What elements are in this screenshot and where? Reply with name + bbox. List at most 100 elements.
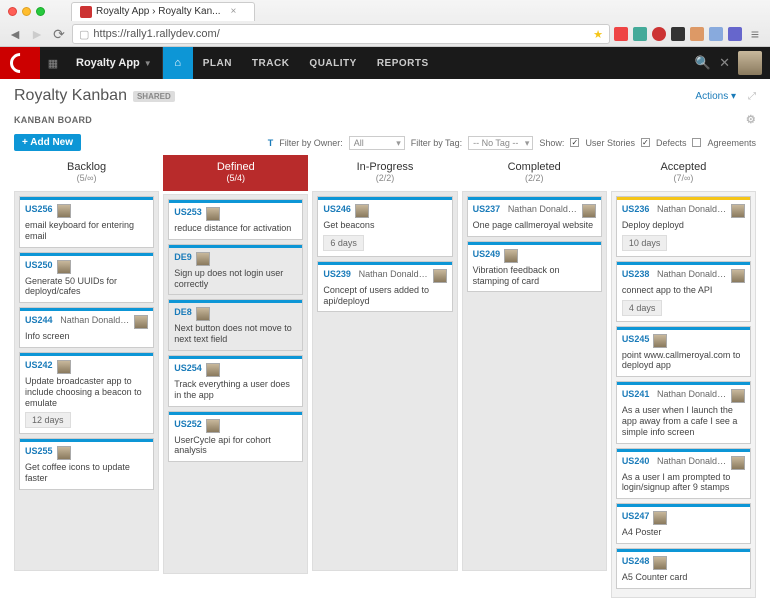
address-bar[interactable]: ▢ https://rally1.rallydev.com/ ★ [72,24,610,44]
avatar[interactable] [738,51,762,75]
nav-quality[interactable]: QUALITY [299,47,366,79]
close-icon[interactable]: × [231,6,237,17]
menu-icon[interactable]: ≡ [746,25,764,43]
card-avatar [196,307,210,321]
card[interactable]: US255Get coffee icons to update faster [19,438,154,490]
card-id[interactable]: DE9 [174,252,192,262]
card[interactable]: US250Generate 50 UUIDs for deployd/cafes [19,252,154,304]
card-id[interactable]: US236 [622,204,650,214]
card-id[interactable]: US237 [473,204,501,214]
column-body[interactable]: US237Nathan DonaldsonOne page callmeroya… [462,191,607,571]
card-id[interactable]: US249 [473,249,501,259]
card-id[interactable]: US244 [25,315,53,325]
home-icon: ⌂ [174,57,181,69]
filter-icon[interactable]: T [268,138,274,148]
card[interactable]: US245point www.callmeroyal.com to deploy… [616,326,751,378]
card-owner: Nathan Donaldson [657,204,727,214]
card-title: email keyboard for entering email [25,220,148,242]
card-id[interactable]: US240 [622,456,650,466]
checkbox-agreements[interactable] [692,138,701,147]
card-id[interactable]: US254 [174,363,202,373]
card[interactable]: US254Track everything a user does in the… [168,355,303,407]
column-header: In-Progress(2/2) [312,155,457,191]
actions-menu[interactable]: Actions ▾ [695,91,736,102]
card-id[interactable]: US255 [25,446,53,456]
card[interactable]: US249Vibration feedback on stamping of c… [467,241,602,293]
card[interactable]: US240Nathan DonaldsonAs a user I am prom… [616,448,751,500]
card-avatar [206,363,220,377]
nav-menu: PLANTRACKQUALITYREPORTS [193,47,439,79]
card[interactable]: US256 email keyboard for entering email [19,196,154,248]
card[interactable]: US253reduce distance for activation [168,199,303,240]
cb-label: User Stories [585,138,635,148]
nav-reports[interactable]: REPORTS [367,47,439,79]
card[interactable]: US248A5 Counter card [616,548,751,589]
home-button[interactable]: ⌂ [163,47,193,79]
tools-icon[interactable]: ✕ [719,55,730,71]
card[interactable]: US252UserCycle api for cohort analysis [168,411,303,463]
search-icon[interactable]: 🔍 [695,55,711,71]
column-count: (7/∞) [613,173,754,183]
checkbox-defects[interactable] [641,138,650,147]
filter-owner-select[interactable]: All [349,136,405,150]
card-avatar [57,446,71,460]
card[interactable]: US239Nathan DonaldsonConcept of users ad… [317,261,452,313]
card-avatar [57,204,71,218]
shared-badge: SHARED [133,91,175,102]
browser-tab[interactable]: Royalty App › Royalty Kan... × [71,2,255,21]
card-id[interactable]: US245 [622,334,650,344]
card[interactable]: US236Nathan DonaldsonDeploy deployd10 da… [616,196,751,257]
card-id[interactable]: US239 [323,269,351,279]
reload-icon[interactable]: ⟳ [50,25,68,43]
forward-icon[interactable]: ► [28,25,46,43]
nav-plan[interactable]: PLAN [193,47,242,79]
column-body[interactable]: US246Get beacons6 daysUS239Nathan Donald… [312,191,457,571]
card-id[interactable]: US248 [622,556,650,566]
card-id[interactable]: US238 [622,269,650,279]
card-id[interactable]: US241 [622,389,650,399]
expand-icon[interactable]: ⤢ [748,91,756,102]
star-icon[interactable]: ★ [593,28,603,41]
column-body[interactable]: US253reduce distance for activationDE9Si… [163,194,308,574]
card[interactable]: US242Update broadcaster app to include c… [19,352,154,434]
card-id[interactable]: US256 [25,204,53,214]
workspace-icon[interactable]: ▦ [40,57,66,70]
card[interactable]: US246Get beacons6 days [317,196,452,257]
card[interactable]: US238Nathan Donaldsonconnect app to the … [616,261,751,322]
card-avatar [206,207,220,221]
card-id[interactable]: US252 [174,419,202,429]
card[interactable]: US241Nathan DonaldsonAs a user when I la… [616,381,751,443]
window-controls[interactable] [8,7,45,16]
back-icon[interactable]: ◄ [6,25,24,43]
card-avatar [731,389,745,403]
card-id[interactable]: US242 [25,360,53,370]
card-id[interactable]: US253 [174,207,202,217]
card[interactable]: US237Nathan DonaldsonOne page callmeroya… [467,196,602,237]
card[interactable]: US247 A4 Poster [616,503,751,544]
card-avatar [653,556,667,570]
card[interactable]: DE9Sign up does not login user correctly [168,244,303,296]
card[interactable]: US244Nathan DonaldsonInfo screen [19,307,154,348]
card-id[interactable]: US246 [323,204,351,214]
card-id[interactable]: US250 [25,260,53,270]
card[interactable]: DE8Next button does not move to next tex… [168,299,303,351]
card-id[interactable]: DE8 [174,307,192,317]
checkbox-user-stories[interactable] [570,138,579,147]
add-new-button[interactable]: + Add New [14,134,81,151]
filter-tag-select[interactable]: -- No Tag -- [468,136,533,150]
brand-logo[interactable] [0,47,40,79]
app-switcher[interactable]: Royalty App ▼ [66,47,163,79]
nav-track[interactable]: TRACK [242,47,300,79]
cb-label: Agreements [707,138,756,148]
card-avatar [731,456,745,470]
column-body[interactable]: US236Nathan DonaldsonDeploy deployd10 da… [611,191,756,598]
card-title: A4 Poster [622,527,745,538]
column-title: Accepted [613,161,754,173]
card-id[interactable]: US247 [622,511,650,521]
card-avatar [433,269,447,283]
card-age: 6 days [323,235,364,251]
extension-icons[interactable] [614,27,742,41]
column-body[interactable]: US256email keyboard for entering emailUS… [14,191,159,571]
gear-icon[interactable]: ⚙ [746,113,756,126]
card-avatar [731,269,745,283]
